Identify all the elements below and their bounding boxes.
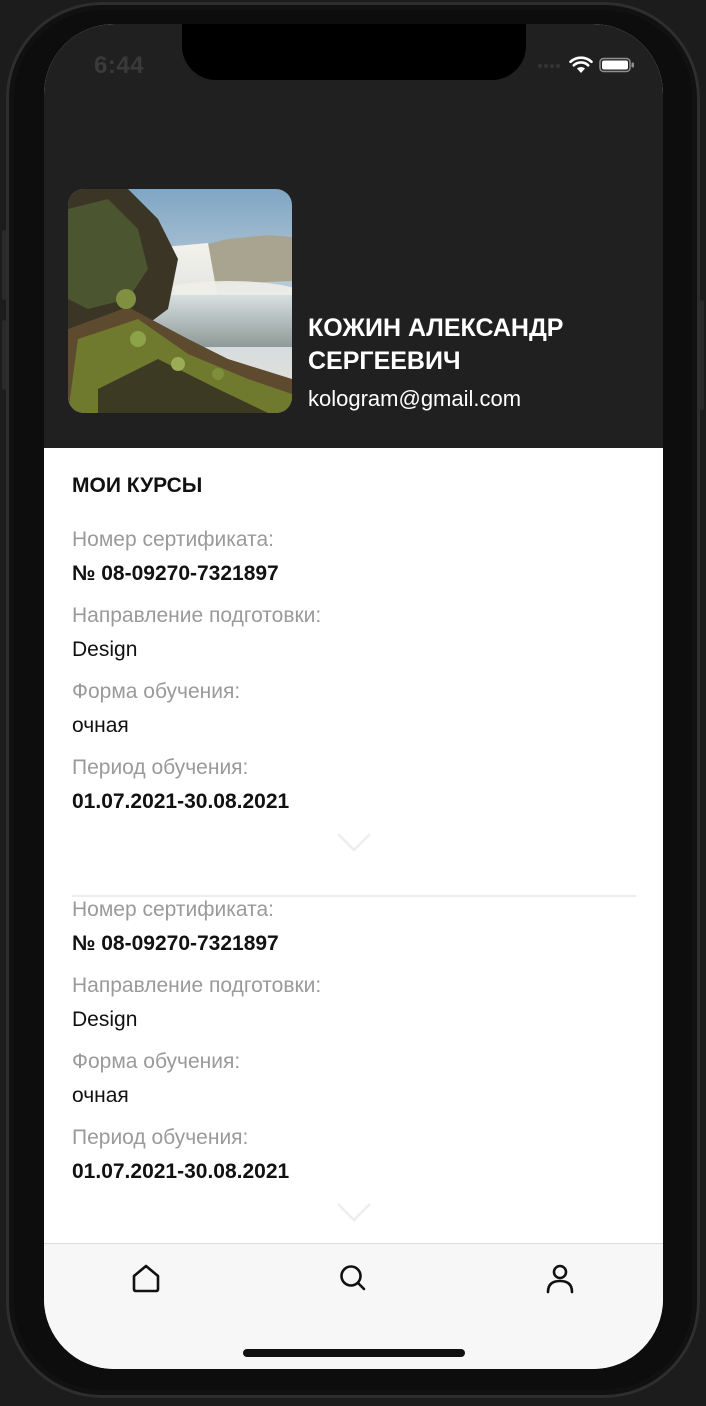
period-value: 01.07.2021-30.08.2021 (72, 790, 290, 813)
certificate-value: № 08-09270-7321897 (72, 562, 279, 585)
study-form-value: очная (72, 1084, 129, 1107)
direction-value: Design (72, 1008, 138, 1031)
course-card: Номер сертификата: № 08-09270-7321897 На… (44, 528, 663, 908)
search-icon (338, 1263, 368, 1298)
course-card: Номер сертификата: № 08-09270-7321897 На… (44, 898, 663, 1244)
tab-search[interactable] (329, 1256, 377, 1304)
direction-label: Направление подготовки: (72, 974, 322, 997)
avatar-waterfall-image (68, 189, 292, 413)
device-notch (182, 24, 526, 80)
certificate-label: Номер сертификата: (72, 898, 274, 921)
study-form-label: Форма обучения: (72, 680, 241, 703)
study-form-label: Форма обучения: (72, 1050, 241, 1073)
home-indicator[interactable] (243, 1349, 465, 1357)
period-value: 01.07.2021-30.08.2021 (72, 1160, 290, 1183)
chevron-down-icon[interactable] (336, 1202, 372, 1229)
study-form-value: очная (72, 714, 129, 737)
profile-name: КОЖИН АЛЕКСАНДР СЕРГЕЕВИЧ (308, 314, 564, 375)
profile-email: kologram@gmail.com (308, 386, 522, 411)
direction-label: Направление подготовки: (72, 604, 322, 627)
courses-section: МОИ КУРСЫ Номер сертификата: № 08-09270-… (44, 448, 663, 1244)
period-label: Период обучения: (72, 1126, 249, 1149)
battery-icon (599, 57, 635, 73)
chevron-down-icon[interactable] (336, 832, 372, 859)
avatar[interactable] (68, 189, 292, 413)
period-label: Период обучения: (72, 756, 249, 779)
device-side-button (2, 320, 6, 390)
device-side-button (700, 300, 704, 410)
wifi-icon (569, 56, 593, 74)
profile-icon (544, 1262, 576, 1299)
device-side-button (2, 230, 6, 300)
section-title: МОИ КУРСЫ (72, 474, 203, 497)
phone-screen: 6:44 КОЖИН АЛЕКСАНДР СЕРГЕЕВИЧ kologram@… (44, 24, 663, 1369)
signal-icon (537, 60, 563, 70)
divider (72, 895, 636, 897)
status-time: 6:44 (94, 52, 145, 79)
direction-value: Design (72, 638, 138, 661)
home-icon (131, 1263, 161, 1298)
status-icons (537, 56, 635, 74)
profile-header: 6:44 КОЖИН АЛЕКСАНДР СЕРГЕЕВИЧ kologram@… (44, 24, 663, 448)
tab-home[interactable] (122, 1256, 170, 1304)
tab-profile[interactable] (536, 1256, 584, 1304)
certificate-label: Номер сертификата: (72, 528, 274, 551)
certificate-value: № 08-09270-7321897 (72, 932, 279, 955)
